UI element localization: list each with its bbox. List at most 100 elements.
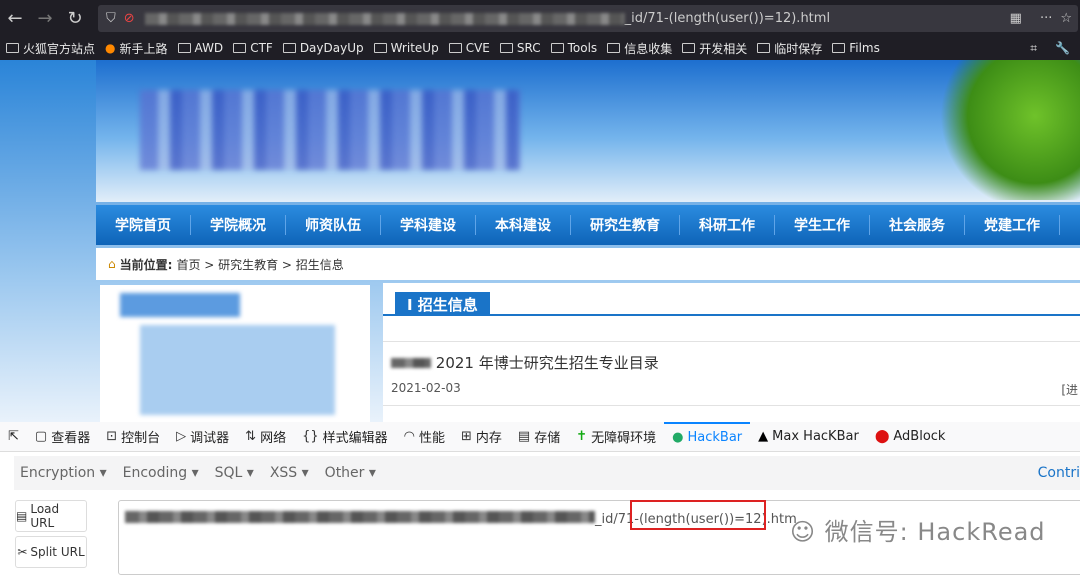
scissors-icon: ✂	[17, 545, 28, 559]
item-more[interactable]: [进	[1061, 381, 1078, 398]
devtools-tab[interactable]: {} 样式编辑器	[294, 422, 396, 452]
folder-icon	[499, 43, 513, 53]
nav-item[interactable]: 学院概况	[191, 215, 286, 235]
home-icon: ⌂	[108, 257, 116, 271]
devtools-tab[interactable]: ◠ 性能	[396, 422, 453, 452]
bookmark-item[interactable]: AWD	[177, 41, 224, 55]
tab-label: HackBar	[687, 430, 743, 445]
nav-item[interactable]: 本科建设	[476, 215, 571, 235]
devtools-tab[interactable]: ▲ Max HacKBar	[750, 422, 867, 452]
tab-label: Max HacKBar	[772, 429, 859, 444]
bookmark-item[interactable]: DayDayUp	[282, 41, 364, 55]
crop-icon[interactable]: ⌗	[1030, 41, 1037, 56]
reload-icon[interactable]: ↻	[60, 8, 90, 29]
hackbar-menu-item[interactable]: Encoding ▾	[117, 465, 205, 481]
network-icon: ⇅	[245, 429, 257, 444]
nav-item[interactable]: 师资队伍	[286, 215, 381, 235]
tab-label: 调试器	[190, 431, 230, 446]
devtools-tab[interactable]: ⊡ 控制台	[98, 422, 168, 452]
hackbar-icon: ●	[672, 430, 684, 445]
bookmark-label: 开发相关	[699, 41, 748, 56]
load-icon: ▤	[16, 509, 28, 523]
bookmark-label: Films	[849, 41, 880, 55]
folder-icon	[6, 43, 19, 53]
wechat-icon: ☺	[790, 518, 817, 546]
back-icon[interactable]: ←	[0, 8, 30, 29]
max-hackbar-icon: ▲	[758, 429, 769, 444]
hackbar-menu-item[interactable]: Encryption ▾	[14, 465, 113, 481]
tab-label: AdBlock	[893, 429, 946, 444]
split-url-label: Split URL	[30, 545, 85, 559]
folder-icon	[177, 43, 191, 53]
folder-icon	[757, 43, 771, 53]
devtools-tab[interactable]: ✝ 无障碍环境	[568, 422, 664, 452]
nav-item[interactable]: 社会服务	[870, 215, 965, 235]
bookmark-item[interactable]: Tools	[550, 41, 598, 55]
contribute-link[interactable]: Contri	[1038, 465, 1080, 481]
devtools-tab[interactable]: ● HackBar	[664, 421, 751, 452]
hackbar-menu-item[interactable]: Other ▾	[319, 465, 382, 481]
devtools-tab[interactable]: ⇅ 网络	[237, 422, 294, 452]
qr-icon[interactable]: ▦	[1010, 11, 1022, 26]
forward-icon[interactable]: →	[30, 8, 60, 29]
nav-item[interactable]: 科研工作	[680, 215, 775, 235]
bookmark-item[interactable]: 开发相关	[682, 40, 747, 57]
bookmark-label: 临时保存	[774, 41, 823, 56]
bookmark-item[interactable]: 信息收集	[607, 40, 672, 57]
bookmark-item[interactable]: 火狐官方站点	[6, 40, 95, 57]
devtools-tab[interactable]: ⬤ AdBlock	[867, 422, 954, 452]
bookmark-item[interactable]: Films	[832, 41, 880, 55]
tab-label: 存储	[534, 431, 561, 446]
devtools-tab[interactable]: ▢ 查看器	[27, 422, 98, 452]
nav-item[interactable]: 学院首页	[96, 215, 191, 235]
tab-label: 性能	[418, 431, 445, 446]
hackbar-menu-item[interactable]: SQL ▾	[209, 465, 260, 481]
wrench-icon[interactable]: 🔧	[1055, 41, 1070, 55]
folder-icon	[550, 43, 564, 53]
inspector-icon: ▢	[34, 429, 48, 444]
bookmark-item[interactable]: CVE	[448, 41, 490, 55]
tab-label: 控制台	[121, 431, 161, 446]
hackbar-menu-item[interactable]: XSS ▾	[264, 465, 315, 481]
load-url-button[interactable]: ▤ Load URL	[15, 500, 87, 532]
load-url-label: Load URL	[30, 502, 60, 530]
leaf-decoration	[930, 60, 1080, 200]
devtools-tab[interactable]: ▤ 存储	[510, 422, 568, 452]
more-icon[interactable]: ···	[1040, 11, 1052, 26]
devtools-tab[interactable]: ▷ 调试器	[168, 422, 237, 452]
item-title[interactable]: 2021 年博士研究生招生专业目录	[436, 354, 659, 372]
console-icon: ⊡	[106, 429, 118, 444]
tab-label: 网络	[260, 431, 287, 446]
folder-icon	[448, 43, 462, 53]
watermark-text: 微信号: HackRead	[824, 518, 1046, 546]
bookmark-star-icon[interactable]: ☆	[1060, 11, 1072, 26]
nav-item[interactable]: 研究生教育	[571, 215, 680, 235]
folder-icon	[682, 43, 696, 53]
bookmark-label: AWD	[194, 41, 224, 55]
storage-icon: ▤	[517, 429, 531, 444]
folder-icon	[607, 43, 621, 53]
section-title: I 招生信息	[395, 292, 490, 316]
address-bar[interactable]: ⛉ ⊘ _id/71-(length(user())=12).html ▦ ··…	[98, 5, 1078, 32]
element-picker-icon[interactable]: ⇱	[0, 422, 27, 452]
breadcrumb-path[interactable]: 首页 > 研究生教育 > 招生信息	[176, 256, 343, 273]
nav-item[interactable]: 学科建设	[381, 215, 476, 235]
accessibility-icon: ✝	[576, 429, 588, 444]
bookmark-item[interactable]: WriteUp	[373, 41, 439, 55]
nav-item[interactable]: 学生工作	[775, 215, 870, 235]
bookmark-label: Tools	[567, 41, 598, 55]
nav-item[interactable]: 党建工作	[965, 215, 1060, 235]
devtools-tab[interactable]: ⊞ 内存	[453, 422, 510, 452]
folder-icon	[233, 43, 247, 53]
bookmark-item[interactable]: 临时保存	[757, 40, 822, 57]
split-url-button[interactable]: ✂ Split URL	[15, 536, 87, 568]
bookmark-label: DayDayUp	[299, 41, 364, 55]
bookmark-item[interactable]: CTF	[233, 41, 273, 55]
list-item[interactable]: 2021 年博士研究生招生专业目录 2021-02-03 [进	[383, 341, 1080, 405]
item-date: 2021-02-03	[391, 381, 461, 395]
url-prefix: _id/71	[595, 512, 635, 527]
bookmark-item[interactable]: SRC	[499, 41, 541, 55]
bookmark-item[interactable]: ● 新手上路	[105, 40, 168, 57]
bookmark-label: CTF	[250, 41, 273, 55]
memory-icon: ⊞	[461, 429, 472, 444]
